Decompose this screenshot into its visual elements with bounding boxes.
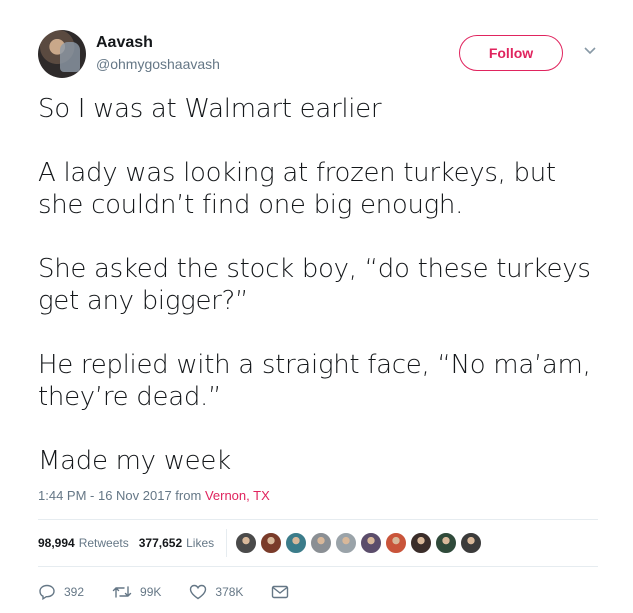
divider [38, 566, 598, 567]
tweet-paragraph: A lady was looking at frozen turkeys, bu… [38, 158, 556, 220]
tweet-paragraph: She asked the stock boy, “do these turke… [38, 254, 591, 316]
tweet-text: So I was at Walmart earlier A lady was l… [38, 93, 598, 477]
timestamp[interactable]: 1:44 PM - 16 Nov 2017 from [38, 488, 201, 503]
retweet-button[interactable]: 99K [112, 584, 161, 600]
retweet-count: 99K [140, 585, 162, 599]
user-avatar-icon[interactable] [235, 532, 258, 554]
tweet-header: Aavash @ohmygoshaavash Follow [38, 30, 598, 80]
user-name[interactable]: Aavash [96, 34, 153, 52]
user-avatar-icon[interactable] [360, 532, 383, 554]
user-avatar-icon[interactable] [285, 532, 308, 554]
likes-count[interactable]: 377,652 [139, 536, 182, 550]
tweet-metadata: 1:44 PM - 16 Nov 2017 from Vernon, TX [38, 488, 270, 503]
user-avatar-icon[interactable] [460, 532, 483, 554]
location-link[interactable]: Vernon, TX [205, 488, 270, 503]
retweets-label[interactable]: Retweets [79, 536, 129, 550]
avatar[interactable] [38, 30, 86, 78]
liker-avatars [235, 532, 485, 554]
user-avatar-icon[interactable] [410, 532, 433, 554]
follow-button[interactable]: Follow [459, 35, 563, 71]
user-avatar-icon[interactable] [335, 532, 358, 554]
tweet-stats: 98,994 Retweets 377,652 Likes [38, 529, 485, 557]
envelope-icon [272, 585, 289, 599]
divider [226, 529, 228, 557]
reply-icon [39, 584, 55, 600]
user-avatar-icon[interactable] [435, 532, 458, 554]
heart-icon [190, 584, 207, 600]
user-handle[interactable]: @ohmygoshaavash [96, 56, 220, 72]
tweet-paragraph: So I was at Walmart earlier [38, 94, 382, 124]
user-avatar-icon[interactable] [260, 532, 283, 554]
tweet-paragraph: He replied with a straight face, “No ma’… [38, 350, 591, 412]
retweets-count[interactable]: 98,994 [38, 536, 75, 550]
tweet-actions: 392 99K 378K [38, 582, 325, 602]
user-avatar-icon[interactable] [310, 532, 333, 554]
user-avatar-icon[interactable] [385, 532, 408, 554]
chevron-down-icon[interactable] [581, 42, 599, 60]
like-count: 378K [215, 585, 244, 599]
tweet-paragraph: Made my week [38, 446, 231, 476]
like-button[interactable]: 378K [189, 584, 243, 600]
reply-count: 392 [64, 585, 85, 599]
retweet-icon [112, 586, 132, 598]
likes-label[interactable]: Likes [186, 536, 214, 550]
divider [38, 519, 598, 520]
reply-button[interactable]: 392 [38, 584, 84, 600]
direct-message-button[interactable] [271, 585, 297, 599]
